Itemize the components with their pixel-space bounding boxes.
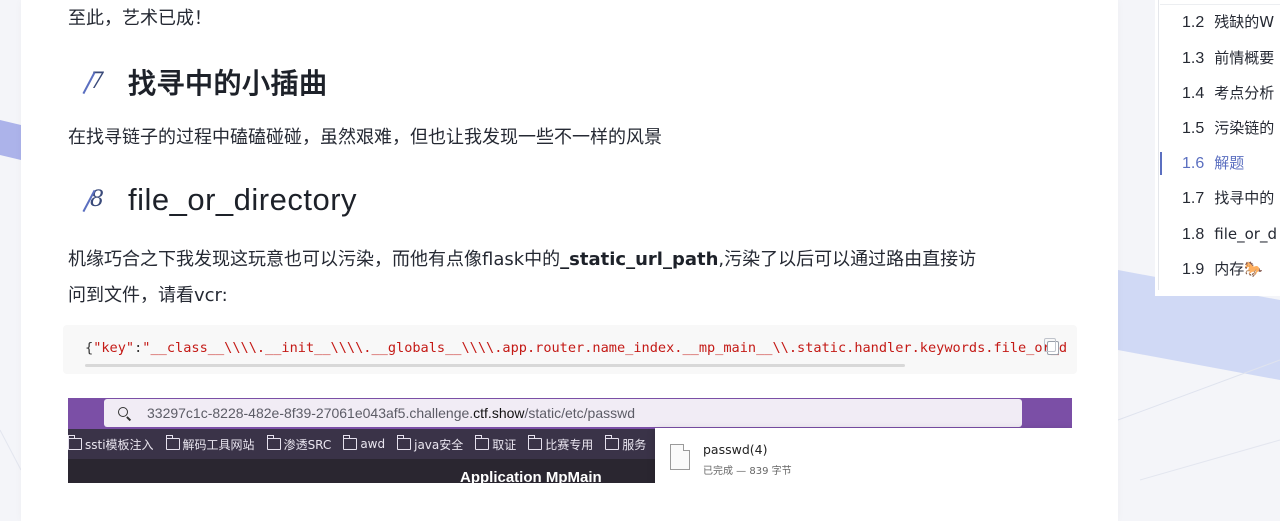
text-segment: 问到文件，请看vcr: (68, 285, 228, 306)
text-segment: ,污染了以后可以通过路由直接访 (718, 249, 977, 270)
toc-item-1-9[interactable]: 1.9 内存🐎 (1160, 252, 1280, 287)
toc-item-label: 解题 (1214, 154, 1245, 172)
url-domain: ctf.show (473, 405, 525, 421)
page-heading-text: Application MpMain (460, 469, 602, 483)
code-block[interactable]: {"key":"__class__\\\\.__init__\\\\.__glo… (63, 325, 1077, 374)
toc-item-1-2[interactable]: 1.2 残缺的W (1160, 5, 1280, 40)
download-file-name: passwd(4) (703, 442, 768, 457)
toc-item-number: 1.8 (1182, 226, 1205, 243)
code-scrollbar[interactable] (85, 364, 905, 367)
toc-item-number: 1.4 (1182, 85, 1205, 102)
bookmark-item: 比赛专用 (528, 435, 594, 453)
bookmark-item: ssti模板注入 (68, 435, 154, 453)
browser-toolbar: 33297c1c-8228-482e-8f39-27061e043af5.cha… (68, 398, 1072, 429)
code-value: "__class__\\\\.__init__\\\\.__globals__\… (142, 340, 1068, 356)
toc-item-label: 找寻中的 (1214, 189, 1275, 207)
code-line: {"key":"__class__\\\\.__init__\\\\.__glo… (85, 340, 1067, 356)
toc-item-number: 1.5 (1182, 120, 1205, 137)
toc-item-1-6-active[interactable]: 1.6 解题 (1160, 146, 1280, 181)
toc-item-1-5[interactable]: 1.5 污染链的 (1160, 111, 1280, 146)
bookmark-label: java安全 (414, 437, 464, 452)
folder-icon (165, 435, 180, 450)
text-segment: 机缘巧合之下我发现这玩意也可以污染，而他有点像flask中的 (68, 249, 561, 270)
bookmark-item: 解码工具网站 (165, 435, 255, 453)
address-bar: 33297c1c-8228-482e-8f39-27061e043af5.cha… (104, 399, 1022, 427)
bookmark-item: 服务 (605, 435, 647, 453)
address-url: 33297c1c-8228-482e-8f39-27061e043af5.cha… (147, 405, 635, 421)
search-icon (118, 406, 131, 420)
heading-interlude: 7 找寻中的小插曲 (81, 62, 328, 102)
toc-item-1-3[interactable]: 1.3 前情概要 (1160, 41, 1280, 76)
download-panel: passwd(4) 已完成 — 839 字节 (655, 428, 1072, 483)
toc-item-1-4[interactable]: 1.4 考点分析 (1160, 76, 1280, 111)
toc-item-number: 1.9 (1182, 261, 1205, 278)
url-prefix: 33297c1c-8228-482e-8f39-27061e043af5.cha… (147, 405, 474, 421)
toc-item-label: 前情概要 (1214, 49, 1275, 67)
folder-icon (266, 435, 281, 450)
toc-item-number: 1.6 (1182, 155, 1205, 172)
folder-icon (68, 435, 82, 450)
bookmark-label: 解码工具网站 (182, 437, 255, 452)
folder-icon (343, 435, 358, 450)
bookmark-item: awd (343, 435, 386, 451)
toc-item-label: file_or_d (1214, 225, 1277, 243)
heading-number: 7 (81, 66, 113, 98)
bookmark-label: awd (360, 437, 386, 451)
heading-number: 8 (81, 184, 113, 216)
bold-term: _static_url_path (560, 249, 719, 270)
paragraph-explanation: 机缘巧合之下我发现这玩意也可以污染，而他有点像flask中的_static_ur… (68, 242, 1068, 314)
toc-item-label: 考点分析 (1214, 84, 1275, 102)
copy-icon[interactable] (1044, 338, 1059, 355)
download-status: 已完成 — 839 字节 (703, 466, 792, 477)
bookmark-item: 取证 (475, 435, 517, 453)
bookmark-label: 比赛专用 (545, 437, 594, 452)
toc-item-label: 内存🐎 (1214, 260, 1263, 278)
embedded-browser-screenshot: 33297c1c-8228-482e-8f39-27061e043af5.cha… (68, 398, 1072, 483)
folder-icon (528, 435, 543, 450)
url-path: /static/etc/passwd (524, 405, 636, 421)
code-brace: { (85, 340, 94, 356)
bookmark-label: ssti模板注入 (85, 437, 154, 452)
toc-item-1-7[interactable]: 1.7 找寻中的 (1160, 181, 1280, 216)
bookmark-label: 取证 (492, 437, 517, 452)
toc-item-label: 污染链的 (1214, 119, 1275, 137)
folder-icon (397, 435, 412, 450)
folder-icon (605, 435, 620, 450)
toc-item-number: 1.2 (1182, 14, 1205, 31)
paragraph-conclusion: 至此，艺术已成！ (68, 8, 212, 29)
code-key: "key" (93, 340, 135, 356)
paragraph-interlude: 在找寻链子的过程中磕磕碰碰，虽然艰难，但也让我发现一些不一样的风景 (68, 127, 662, 148)
toc-item-label: 残缺的W (1214, 13, 1275, 31)
article-card: 至此，艺术已成！ 7 找寻中的小插曲 在找寻链子的过程中磕磕碰碰，虽然艰难，但也… (21, 0, 1118, 521)
heading-file-or-directory: 8 file_or_directory (81, 182, 357, 218)
toc-item-number: 1.3 (1182, 50, 1205, 67)
bookmark-label: 渗透SRC (283, 437, 332, 452)
folder-icon (475, 435, 490, 450)
heading-title: file_or_directory (128, 182, 358, 217)
file-icon (670, 444, 690, 470)
bookmark-label: 服务 (622, 437, 647, 452)
bookmark-item: 渗透SRC (266, 435, 332, 453)
heading-title: 找寻中的小插曲 (128, 67, 328, 100)
toc-item-1-8[interactable]: 1.8 file_or_d (1160, 217, 1280, 252)
toc-rail (1158, 0, 1159, 290)
bookmark-item: java安全 (397, 435, 464, 453)
toc-item-number: 1.7 (1182, 190, 1205, 207)
